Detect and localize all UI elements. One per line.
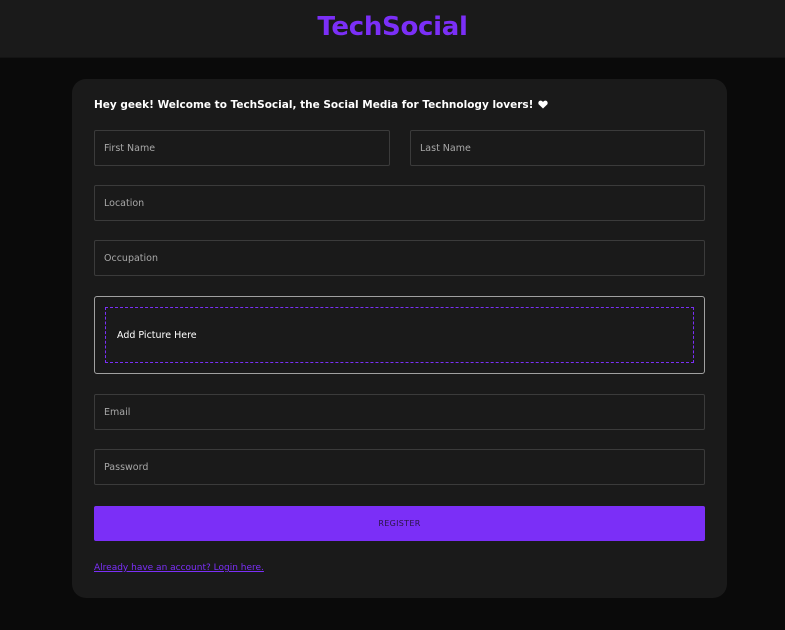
top-header: TechSocial — [0, 0, 785, 58]
occupation-input[interactable] — [94, 240, 705, 276]
last-name-input[interactable] — [410, 130, 705, 166]
heart-icon — [538, 100, 548, 109]
picture-dropzone: Add Picture Here — [94, 296, 705, 374]
first-name-input[interactable] — [94, 130, 390, 166]
picture-drop-area[interactable]: Add Picture Here — [105, 307, 694, 363]
location-input[interactable] — [94, 185, 705, 221]
login-link[interactable]: Already have an account? Login here. — [94, 563, 264, 573]
welcome-text: Hey geek! Welcome to TechSocial, the Soc… — [94, 99, 534, 111]
picture-label: Add Picture Here — [117, 329, 197, 341]
password-input[interactable] — [94, 449, 705, 485]
register-card: Hey geek! Welcome to TechSocial, the Soc… — [72, 79, 727, 598]
email-input[interactable] — [94, 394, 705, 430]
brand-logo[interactable]: TechSocial — [317, 12, 468, 42]
register-button[interactable]: REGISTER — [94, 506, 705, 541]
welcome-message: Hey geek! Welcome to TechSocial, the Soc… — [94, 99, 548, 111]
